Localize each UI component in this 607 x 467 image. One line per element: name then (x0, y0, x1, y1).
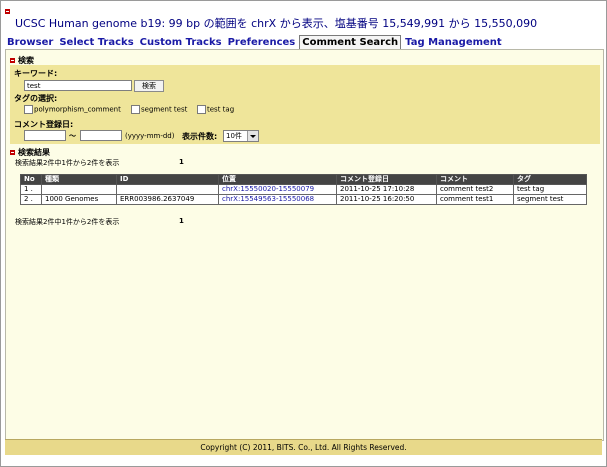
cell-tag: segment test (513, 194, 587, 205)
main-nav: Browser Select Tracks Custom Tracks Prefere… (5, 35, 603, 49)
collapse-icon[interactable] (10, 150, 15, 155)
tag-checkbox-label: test tag (207, 105, 235, 114)
position-link[interactable]: chrX:15550020-15550079 (222, 185, 314, 193)
date-format-hint: (yyyy-mm-dd) (125, 132, 175, 140)
cell-position: chrX:15550020-15550079 (218, 184, 337, 195)
date-to-input[interactable] (80, 130, 122, 141)
footer-copyright: Copyright (C) 2011, BITS. Co., Ltd. All … (5, 439, 602, 455)
cell-date: 2011-10-25 17:10:28 (336, 184, 437, 195)
date-label: コメント登録日: (14, 120, 74, 129)
results-section-title: 検索結果 (18, 148, 50, 157)
column-header-comment: コメント (436, 174, 514, 185)
count-select-value: 10件 (226, 132, 242, 140)
search-panel: キーワード: test 検索 タグの選択: polymorphism_comme… (10, 65, 600, 144)
tag-checkbox-test-tag[interactable]: test tag (197, 105, 234, 115)
keyword-label: キーワード: (14, 69, 58, 78)
position-link[interactable]: chrX:15549563-15550068 (222, 195, 314, 203)
results-table: No 種類 ID 位置 コメント登録日 コメント タグ 1 . chrX:155… (20, 174, 587, 205)
checkbox[interactable] (24, 105, 33, 114)
page-title: UCSC Human genome b19: 99 bp の範囲を chrX か… (15, 17, 538, 30)
cell-no: 1 . (20, 184, 42, 195)
tab-comment-search[interactable]: Comment Search (299, 35, 402, 49)
tab-custom-tracks[interactable]: Custom Tracks (138, 36, 224, 49)
results-summary-bottom: 検索結果2件中1件から2件を表示 (15, 218, 120, 226)
table-row: 2 . 1000 Genomes ERR003986.2637049 chrX:… (20, 194, 587, 205)
cell-date: 2011-10-25 16:20:50 (336, 194, 437, 205)
tag-select-label: タグの選択: (14, 94, 58, 103)
checkbox[interactable] (197, 105, 206, 114)
cell-comment: comment test2 (436, 184, 514, 195)
results-summary: 検索結果2件中1件から2件を表示 (15, 159, 120, 167)
column-header-no: No (20, 174, 42, 185)
date-separator: 〜 (69, 132, 76, 140)
table-row: 1 . chrX:15550020-15550079 2011-10-25 17… (20, 184, 587, 195)
chevron-down-icon[interactable] (247, 131, 258, 141)
tab-browser[interactable]: Browser (5, 36, 55, 49)
column-header-id: ID (116, 174, 219, 185)
cell-no: 2 . (20, 194, 42, 205)
count-select[interactable]: 10件 (223, 130, 259, 142)
cell-type (41, 184, 117, 195)
cell-comment: comment test1 (436, 194, 514, 205)
tag-checkbox-segment-test[interactable]: segment test (131, 105, 187, 115)
cell-id: ERR003986.2637049 (116, 194, 219, 205)
tag-checkbox-polymorphism-comment[interactable]: polymorphism_comment (24, 105, 121, 115)
column-header-position: 位置 (218, 174, 337, 185)
column-header-type: 種類 (41, 174, 117, 185)
date-from-input[interactable] (24, 130, 66, 141)
page-number[interactable]: 1 (179, 158, 184, 166)
main-content: 検索 キーワード: test 検索 タグの選択: polymorphism_co… (5, 49, 604, 441)
column-header-tag: タグ (513, 174, 587, 185)
tab-tag-management[interactable]: Tag Management (403, 36, 504, 49)
cell-position: chrX:15549563-15550068 (218, 194, 337, 205)
collapse-icon[interactable] (5, 9, 10, 14)
results-section-header[interactable]: 検索結果 (10, 147, 50, 158)
keyword-input[interactable]: test (24, 80, 132, 91)
search-section-title: 検索 (18, 56, 34, 65)
collapse-icon[interactable] (10, 58, 15, 63)
tag-checkbox-label: polymorphism_comment (34, 105, 121, 114)
title-row: UCSC Human genome b19: 99 bp の範囲を chrX か… (5, 9, 600, 30)
cell-tag: test tag (513, 184, 587, 195)
tag-checkbox-label: segment test (141, 105, 188, 114)
table-header-row: No 種類 ID 位置 コメント登録日 コメント タグ (20, 174, 587, 185)
cell-type: 1000 Genomes (41, 194, 117, 205)
tab-preferences[interactable]: Preferences (226, 36, 298, 49)
checkbox[interactable] (131, 105, 140, 114)
search-button[interactable]: 検索 (134, 80, 164, 92)
count-label: 表示件数: (182, 132, 218, 141)
page: UCSC Human genome b19: 99 bp の範囲を chrX か… (0, 0, 607, 467)
page-number-bottom[interactable]: 1 (179, 217, 184, 225)
cell-id (116, 184, 219, 195)
tab-select-tracks[interactable]: Select Tracks (57, 36, 135, 49)
column-header-date: コメント登録日 (336, 174, 437, 185)
